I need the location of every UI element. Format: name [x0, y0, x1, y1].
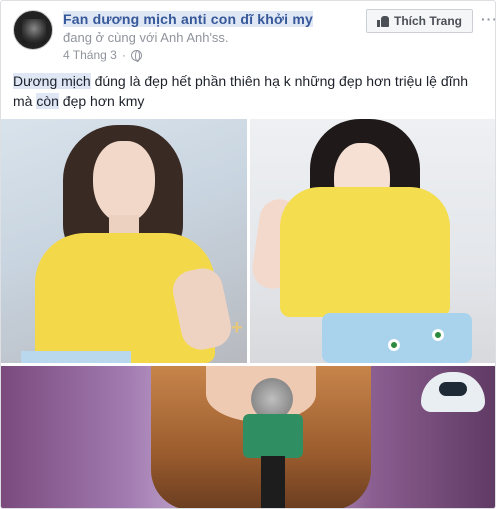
photo-pants	[21, 351, 131, 363]
tagged-friend-link[interactable]: Anh Anh'ss.	[160, 30, 228, 45]
robot-figure	[421, 372, 485, 412]
photo-left[interactable]	[1, 119, 247, 363]
thumb-up-icon	[376, 15, 389, 27]
microphone-handle	[261, 456, 285, 508]
like-page-label: Thích Trang	[393, 14, 462, 28]
like-page-button[interactable]: Thích Trang	[366, 9, 473, 33]
photo-bottom[interactable]	[1, 366, 495, 508]
page-name-link[interactable]: Fan dương mịch anti con dĩ khởi my	[63, 11, 313, 27]
globe-icon	[130, 49, 142, 62]
flower-decoration	[388, 339, 400, 351]
photo-face	[93, 141, 155, 223]
photo-right[interactable]	[250, 119, 495, 363]
tagline: đang ở cùng với Anh Anh'ss.	[63, 30, 229, 45]
more-options-icon[interactable]: ···	[481, 11, 495, 27]
photo-skirt	[322, 313, 472, 363]
page-avatar[interactable]	[13, 10, 53, 50]
avatar-image	[22, 19, 46, 43]
microphone-band	[243, 414, 303, 458]
post-date[interactable]: 4 Tháng 3	[63, 48, 117, 62]
meta-separator: ·	[121, 48, 126, 62]
feed-post: Fan dương mịch anti con dĩ khởi my đang …	[0, 0, 496, 509]
photo-shirt	[280, 187, 450, 317]
text-highlight-2[interactable]: còn	[36, 93, 59, 109]
post-text: Dương mịch đúng là đẹp hết phần thiên hạ…	[13, 71, 483, 111]
tagline-prefix: đang ở cùng với	[63, 30, 158, 45]
text-body-2: đẹp hơn kmy	[58, 93, 145, 109]
flower-decoration	[432, 329, 444, 341]
post-meta: 4 Tháng 3 ·	[63, 48, 142, 62]
plus-symbol: +	[231, 317, 243, 339]
text-hashtag-highlight[interactable]: Dương mịch	[13, 73, 91, 89]
